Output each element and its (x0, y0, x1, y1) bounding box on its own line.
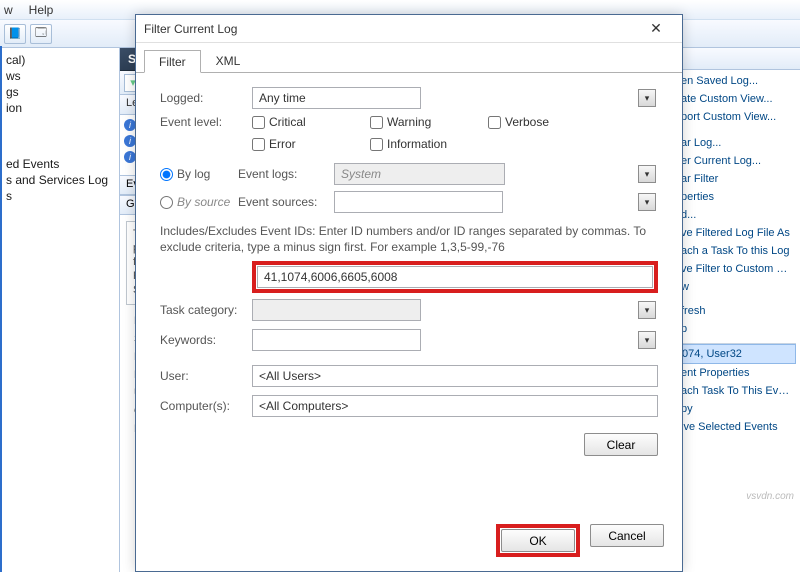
tab-filter[interactable]: Filter (144, 50, 201, 73)
watermark: vsvdn.com (746, 491, 794, 502)
action-item[interactable]: perties (675, 188, 796, 206)
bylog-radio[interactable]: By log (160, 167, 238, 181)
logged-combo[interactable] (252, 87, 421, 109)
tree-item[interactable]: cal) (2, 52, 117, 68)
action-item[interactable]: fresh (675, 302, 796, 320)
filter-dialog: Filter Current Log ✕ Filter XML Logged: … (135, 14, 683, 572)
action-item[interactable]: p (675, 320, 796, 338)
tree-item[interactable]: ion (2, 100, 117, 116)
user-label: User: (160, 369, 252, 383)
menu-help[interactable]: Help (29, 3, 54, 17)
tree-group[interactable]: s (2, 188, 117, 204)
task-category-label: Task category: (160, 303, 252, 317)
eventsources-combo[interactable] (334, 191, 503, 213)
information-check[interactable]: Information (370, 137, 490, 151)
chevron-down-icon[interactable]: ▾ (638, 165, 656, 183)
action-item[interactable]: d... (675, 206, 796, 224)
chevron-down-icon[interactable]: ▾ (638, 193, 656, 211)
task-category-combo[interactable] (252, 299, 421, 321)
tree-panel: cal) ws gs ion ed Events s and Services … (0, 48, 120, 572)
eventlevel-label: Event level: (160, 115, 252, 129)
event-ids-input[interactable] (257, 266, 653, 288)
action-item[interactable]: ate Custom View... (675, 90, 796, 108)
action-item[interactable]: port Custom View... (675, 108, 796, 126)
computers-label: Computer(s): (160, 399, 252, 413)
action-item[interactable]: ach Task To This Even (675, 382, 796, 400)
action-item[interactable]: py (675, 400, 796, 418)
action-item[interactable]: er Current Log... (675, 152, 796, 170)
verbose-check[interactable]: Verbose (488, 115, 588, 129)
computers-input[interactable] (252, 395, 658, 417)
action-item[interactable]: ar Filter (675, 170, 796, 188)
action-item[interactable]: ent Properties (675, 364, 796, 382)
action-item[interactable]: en Saved Log... (675, 72, 796, 90)
bysource-radio[interactable]: By source (160, 195, 238, 209)
action-item[interactable]: ive Selected Events (675, 418, 796, 436)
eventsources-label: Event sources: (238, 195, 334, 209)
toolbar-calendar-icon[interactable]: 🗔 (30, 24, 52, 44)
tree-item[interactable]: ws (2, 68, 117, 84)
action-item[interactable]: ar Log... (675, 134, 796, 152)
menu-view[interactable]: w (4, 3, 13, 17)
eventlogs-combo[interactable] (334, 163, 505, 185)
dialog-title: Filter Current Log (144, 22, 237, 36)
tree-group[interactable]: s and Services Log (2, 172, 117, 188)
user-input[interactable] (252, 365, 658, 387)
ok-button[interactable]: OK (501, 529, 575, 552)
toolbar-props-icon[interactable]: 📘 (4, 24, 26, 44)
clear-button[interactable]: Clear (584, 433, 658, 456)
tree-item[interactable]: gs (2, 84, 117, 100)
keywords-label: Keywords: (160, 333, 252, 347)
dialog-titlebar: Filter Current Log ✕ (136, 15, 682, 43)
critical-check[interactable]: Critical (252, 115, 352, 129)
eventlogs-label: Event logs: (238, 167, 334, 181)
action-item[interactable]: ve Filtered Log File As (675, 224, 796, 242)
tree-group[interactable]: ed Events (2, 156, 117, 172)
action-item[interactable]: ach a Task To this Log (675, 242, 796, 260)
chevron-down-icon[interactable]: ▾ (638, 331, 656, 349)
chevron-down-icon[interactable]: ▾ (638, 89, 656, 107)
action-item-selected[interactable]: 074, User32 (675, 344, 796, 364)
eventids-highlight (252, 261, 658, 293)
tab-strip: Filter XML (136, 47, 682, 73)
logged-label: Logged: (160, 91, 252, 105)
keywords-combo[interactable] (252, 329, 421, 351)
warning-check[interactable]: Warning (370, 115, 470, 129)
tab-xml[interactable]: XML (201, 49, 256, 72)
cancel-button[interactable]: Cancel (590, 524, 664, 547)
event-ids-description: Includes/Excludes Event IDs: Enter ID nu… (160, 223, 658, 255)
action-item[interactable]: w (675, 278, 796, 296)
chevron-down-icon[interactable]: ▾ (638, 301, 656, 319)
action-item[interactable]: ve Filter to Custom Vie (675, 260, 796, 278)
close-icon[interactable]: ✕ (638, 19, 674, 39)
error-check[interactable]: Error (252, 137, 352, 151)
ok-highlight: OK (496, 524, 580, 557)
